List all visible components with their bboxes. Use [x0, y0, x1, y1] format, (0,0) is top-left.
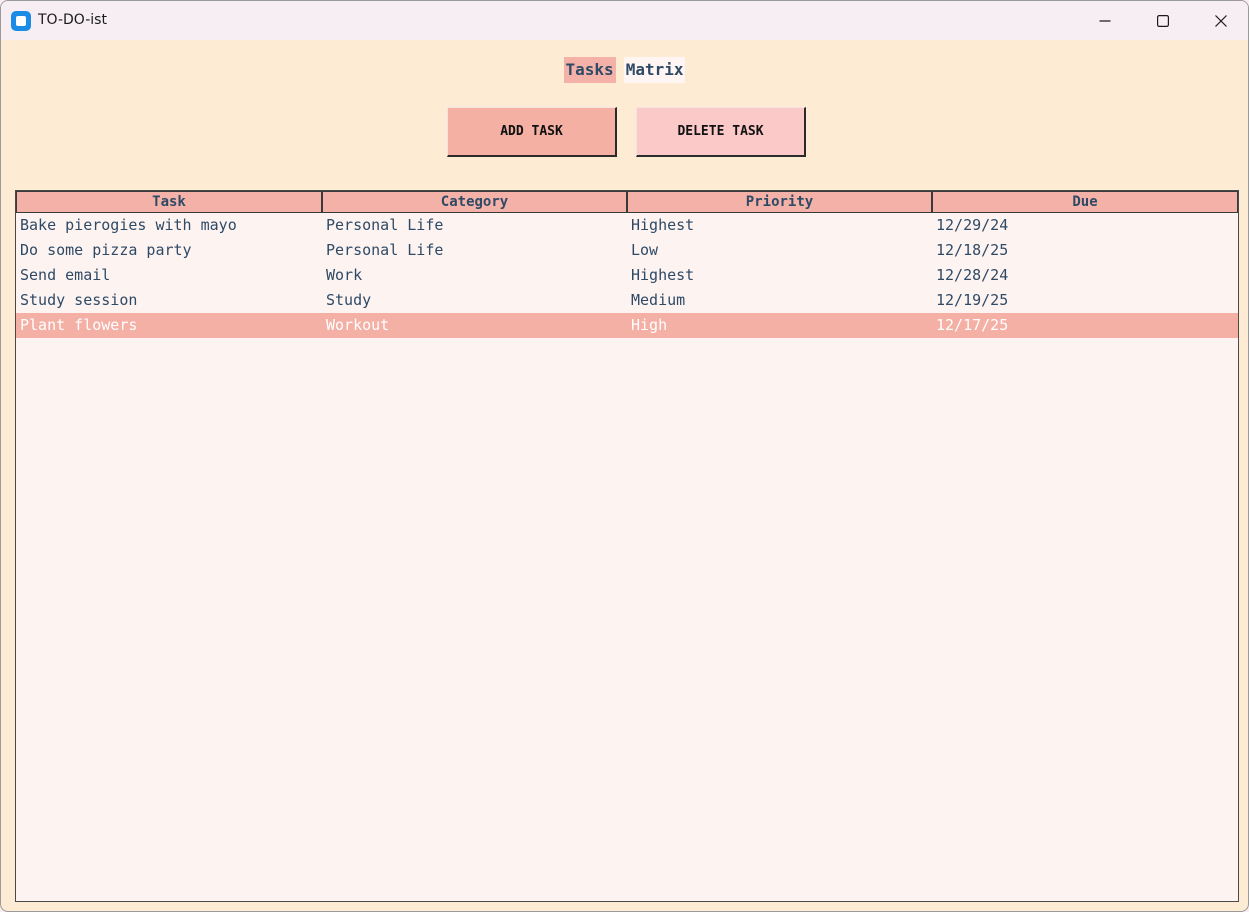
title-bar[interactable]: TO-DO-ist — [1, 1, 1248, 40]
window-title: TO-DO-ist — [38, 12, 107, 28]
category-cell: Personal Life — [326, 216, 444, 234]
maximize-button[interactable] — [1134, 1, 1192, 40]
add-task-button[interactable]: ADD TASK — [447, 107, 617, 157]
table-row[interactable]: Bake pierogies with mayo Personal Life H… — [16, 213, 1238, 238]
due-cell: 12/28/24 — [936, 266, 1009, 284]
column-header-priority[interactable]: Priority — [627, 191, 932, 213]
priority-cell: Medium — [631, 291, 686, 309]
category-cell: Work — [326, 266, 363, 284]
tab-tasks[interactable]: Tasks — [563, 57, 616, 83]
table-row[interactable]: Do some pizza party Personal Life Low 12… — [16, 238, 1238, 263]
table-row[interactable]: Study session Study Medium 12/19/25 — [16, 288, 1238, 313]
category-cell: Personal Life — [326, 241, 444, 259]
minimize-icon — [1099, 19, 1111, 22]
task-cell: Bake pierogies with mayo — [20, 216, 237, 234]
priority-cell: High — [631, 316, 668, 334]
priority-cell: Highest — [631, 266, 695, 284]
due-cell: 12/17/25 — [936, 316, 1009, 334]
task-cell: Plant flowers — [20, 316, 138, 334]
column-header-due[interactable]: Due — [932, 191, 1238, 213]
table-header: Task Category Priority Due — [16, 191, 1238, 213]
maximize-icon — [1157, 14, 1169, 27]
task-cell: Do some pizza party — [20, 241, 192, 259]
due-cell: 12/18/25 — [936, 241, 1009, 259]
category-cell: Study — [326, 291, 372, 309]
category-cell: Workout — [326, 316, 390, 334]
table-row[interactable]: Send email Work Highest 12/28/24 — [16, 263, 1238, 288]
delete-task-button[interactable]: DELETE TASK — [636, 107, 806, 157]
table-row-selected[interactable]: Plant flowers Workout High 12/17/25 — [16, 313, 1238, 338]
tab-matrix[interactable]: Matrix — [623, 57, 686, 83]
app-icon — [11, 11, 31, 31]
close-button[interactable] — [1192, 1, 1248, 40]
column-header-category[interactable]: Category — [322, 191, 627, 213]
column-header-task[interactable]: Task — [16, 191, 322, 213]
task-cell: Send email — [20, 266, 111, 284]
task-table: Task Category Priority Due Bake pierogie… — [15, 190, 1239, 902]
due-cell: 12/19/25 — [936, 291, 1009, 309]
minimize-button[interactable] — [1076, 1, 1134, 40]
table-body: Bake pierogies with mayo Personal Life H… — [16, 213, 1238, 338]
app-window: TO-DO-ist Tasks Matrix ADD TASK DELETE T… — [0, 0, 1249, 912]
due-cell: 12/29/24 — [936, 216, 1009, 234]
priority-cell: Low — [631, 241, 659, 259]
priority-cell: Highest — [631, 216, 695, 234]
task-cell: Study session — [20, 291, 138, 309]
view-tabs: Tasks Matrix — [1, 57, 1248, 83]
close-icon — [1215, 14, 1227, 27]
